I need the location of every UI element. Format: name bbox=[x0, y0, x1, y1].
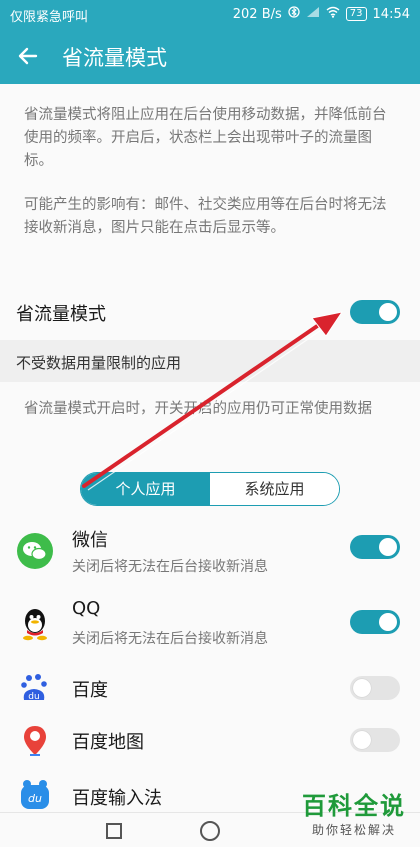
wechat-icon bbox=[16, 532, 54, 570]
status-bar: 仅限紧急呼叫 202 B/s 73 14:54 bbox=[0, 0, 420, 28]
baidu-input-icon: du bbox=[16, 776, 54, 814]
toggle-knob bbox=[379, 303, 397, 321]
svg-text:du: du bbox=[28, 692, 39, 702]
recent-apps-icon[interactable] bbox=[106, 823, 122, 839]
app-name: QQ bbox=[72, 598, 101, 619]
page-title: 省流量模式 bbox=[62, 46, 167, 70]
toggle-knob bbox=[353, 679, 371, 697]
clock: 14:54 bbox=[372, 6, 410, 22]
app-bar: 省流量模式 bbox=[0, 28, 420, 84]
list-item[interactable]: QQ 关闭后将无法在后台接收新消息 bbox=[0, 596, 420, 666]
section-header: 不受数据用量限制的应用 bbox=[0, 340, 420, 382]
app-toggle[interactable] bbox=[350, 728, 400, 752]
toggle-knob bbox=[353, 731, 371, 749]
list-item[interactable]: du 百度 bbox=[0, 668, 420, 708]
app-name: 百度输入法 bbox=[72, 788, 162, 809]
wifi-icon bbox=[326, 6, 340, 22]
baidu-map-icon bbox=[16, 722, 54, 760]
bluetooth-icon bbox=[288, 6, 300, 22]
toggle-knob bbox=[379, 538, 397, 556]
svg-text:du: du bbox=[28, 792, 42, 805]
app-subtitle: 关闭后将无法在后台接收新消息 bbox=[72, 559, 268, 575]
watermark: 百科全说 助你轻松解决 bbox=[290, 786, 418, 838]
signal-icon bbox=[306, 6, 320, 22]
qq-icon bbox=[16, 604, 54, 642]
network-speed: 202 B/s bbox=[232, 6, 282, 22]
watermark-title: 百科全说 bbox=[302, 792, 406, 820]
data-saver-label: 省流量模式 bbox=[16, 304, 106, 325]
app-toggle[interactable] bbox=[350, 535, 400, 559]
description-paragraph-2: 可能产生的影响有：邮件、社交类应用等在后台时将无法接收新消息，图片只能在点击后显… bbox=[24, 197, 387, 236]
status-icons: 202 B/s 73 14:54 bbox=[233, 6, 410, 22]
home-icon[interactable] bbox=[200, 821, 220, 841]
app-subtitle: 关闭后将无法在后台接收新消息 bbox=[72, 631, 268, 647]
toggle-knob bbox=[379, 613, 397, 631]
app-name: 百度 bbox=[72, 680, 108, 701]
app-name: 百度地图 bbox=[72, 732, 144, 753]
battery-icon: 73 bbox=[345, 7, 367, 21]
tab-personal-apps[interactable]: 个人应用 bbox=[81, 473, 210, 505]
tab-system-apps[interactable]: 系统应用 bbox=[210, 473, 339, 505]
baidu-icon: du bbox=[16, 670, 54, 708]
section-title: 不受数据用量限制的应用 bbox=[16, 354, 182, 372]
list-item[interactable]: 微信 关闭后将无法在后台接收新消息 bbox=[0, 520, 420, 590]
back-arrow-icon[interactable] bbox=[14, 42, 42, 70]
watermark-subtitle: 助你轻松解决 bbox=[311, 823, 396, 837]
list-item[interactable]: 百度地图 bbox=[0, 720, 420, 760]
data-saver-toggle[interactable] bbox=[350, 300, 400, 324]
app-type-tabs: 个人应用 系统应用 bbox=[80, 472, 340, 506]
carrier-text: 仅限紧急呼叫 bbox=[10, 10, 89, 25]
app-name: 微信 bbox=[72, 530, 108, 551]
data-saver-row[interactable]: 省流量模式 bbox=[0, 290, 420, 334]
description-paragraph-1: 省流量模式将阻止应用在后台使用移动数据，并降低前台使用的频率。开启后，状态栏上会… bbox=[24, 107, 387, 169]
app-toggle[interactable] bbox=[350, 676, 400, 700]
section-note: 省流量模式开启时，开关开启的应用仍可正常使用数据 bbox=[24, 401, 372, 417]
app-toggle[interactable] bbox=[350, 610, 400, 634]
